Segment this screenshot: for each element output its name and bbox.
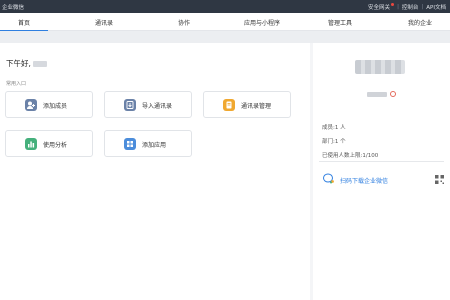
tab-collaboration[interactable]: 协作 [178,18,190,27]
contacts-manage-card[interactable]: 通讯录管理 [203,91,291,118]
side-panel: 成员:1 人 部门:1 个 已使用人数上限:1/100 扫码下载企业微信 [313,43,450,300]
contacts-manage-icon [223,99,235,111]
main-panel: 下午好, 常用入口 添加成员 导入通讯录 通讯录管理 使用分析 添加应用 [0,43,310,300]
tab-my-company[interactable]: 我的企业 [408,18,432,27]
add-member-icon [25,99,37,111]
card-label: 通讯录管理 [241,103,272,110]
company-logo-blur [355,60,405,74]
greeting: 下午好, [6,58,47,69]
usage-analysis-card[interactable]: 使用分析 [5,130,93,157]
tab-apps[interactable]: 应用与小程序 [244,18,280,27]
top-links: 安全网关 | 控制台 | API文档 [368,3,446,11]
console-link[interactable]: 控制台 [402,3,419,11]
apps-grid-icon [124,138,136,150]
header-band [0,31,450,43]
section-label: 常用入口 [6,81,27,87]
security-gateway-link[interactable]: 安全网关 [368,3,395,11]
company-name-blur [367,92,387,97]
api-docs-link[interactable]: API文档 [426,3,446,11]
add-app-card[interactable]: 添加应用 [104,130,192,157]
tab-home[interactable]: 首页 [18,18,30,27]
card-label: 添加应用 [142,142,167,149]
tab-contacts[interactable]: 通讯录 [95,18,113,27]
divider [319,161,444,162]
card-label: 使用分析 [43,142,68,149]
main-nav: 首页 通讯录 协作 应用与小程序 管理工具 我的企业 [0,13,450,31]
download-app-link[interactable]: 扫码下载企业微信 [340,176,388,185]
user-name-blur [32,61,47,67]
usage-limit: 已使用人数上限:1/100 [322,153,379,159]
wecom-logo-icon [323,173,334,184]
import-contacts-card[interactable]: 导入通讯录 [104,91,192,118]
import-contacts-icon [124,99,136,111]
add-member-card[interactable]: 添加成员 [5,91,93,118]
verify-icon[interactable] [390,91,396,97]
card-label: 添加成员 [43,103,68,110]
card-label: 导入通讯录 [142,103,173,110]
department-count: 部门:1 个 [322,139,346,145]
app-title: 企业微信 [2,5,25,11]
tab-management-tools[interactable]: 管理工具 [328,18,352,27]
member-count: 成员:1 人 [322,125,346,131]
bar-chart-icon [25,138,37,150]
top-bar: 企业微信 安全网关 | 控制台 | API文档 [0,0,450,13]
notification-dot [391,3,395,6]
qr-code-icon[interactable] [435,175,444,184]
